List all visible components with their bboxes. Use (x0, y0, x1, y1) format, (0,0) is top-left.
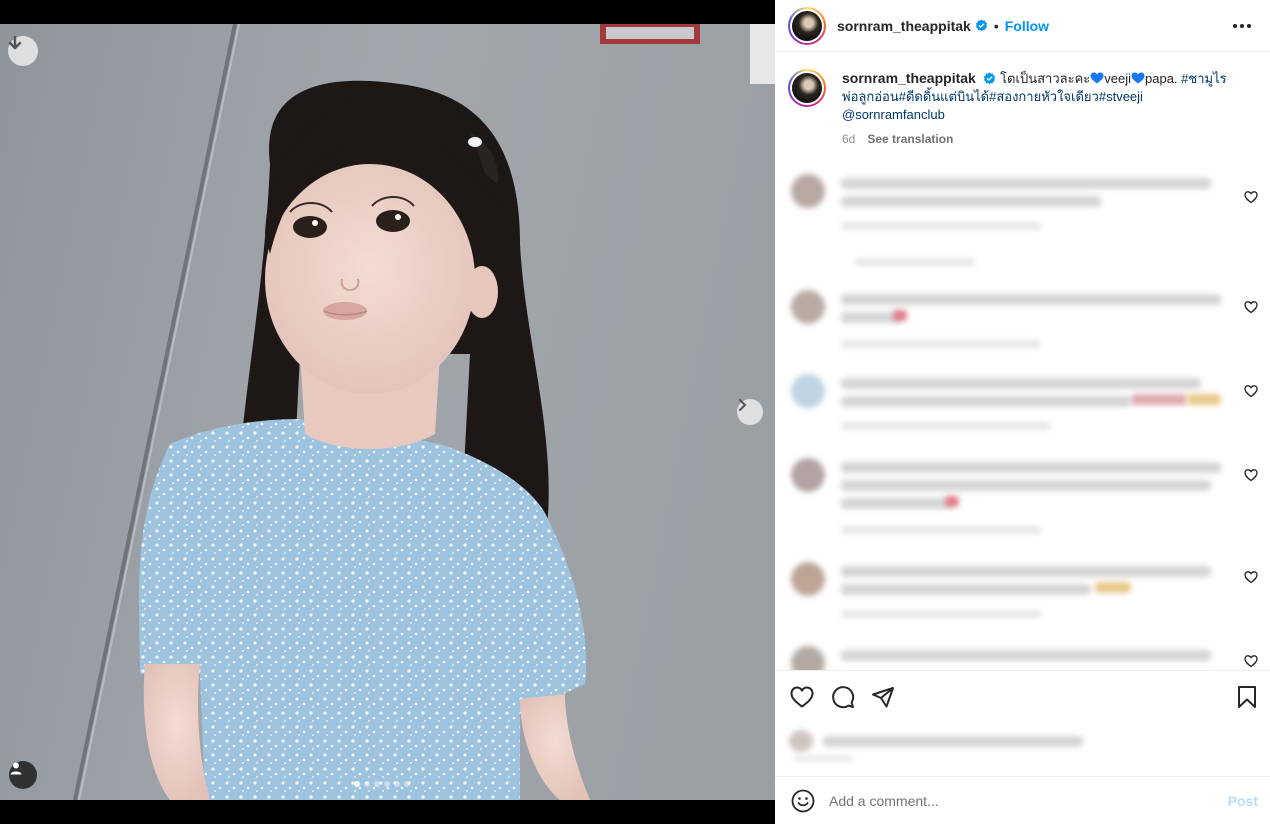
hashtag-link[interactable]: #stveeji (1099, 89, 1143, 104)
post-caption: sornram_theappitak โตเป็นสาวละคะ veeji pap… (788, 69, 1258, 148)
download-arrow-icon (8, 36, 22, 50)
smiley-icon[interactable] (791, 789, 815, 813)
carousel-dot (354, 781, 360, 787)
author-avatar[interactable] (788, 6, 826, 45)
heart-icon[interactable] (1244, 300, 1258, 314)
more-horizontal-icon (1233, 24, 1237, 28)
carousel-dot (374, 781, 380, 787)
post-media (0, 0, 775, 824)
post-actions (775, 670, 1270, 722)
caption-avatar[interactable] (788, 69, 826, 107)
comment-button[interactable] (830, 684, 856, 710)
add-comment-bar: Post (775, 776, 1270, 824)
likes-summary (789, 726, 1099, 761)
post-time[interactable]: 6d (842, 130, 855, 148)
header-separator: • (993, 17, 999, 34)
carousel-dot (384, 781, 390, 787)
save-button[interactable] (1234, 684, 1260, 710)
download-button[interactable] (8, 36, 38, 66)
heart-icon[interactable] (1244, 384, 1258, 398)
share-icon (872, 687, 894, 708)
like-button[interactable] (789, 684, 815, 710)
chevron-right-icon (739, 399, 747, 411)
post-photo[interactable] (0, 24, 775, 800)
post-comment-button[interactable]: Post (1228, 793, 1258, 809)
hashtag-link[interactable]: #ดีดดิ้นแต่บินได้ (899, 89, 989, 104)
comments-list (775, 162, 1270, 670)
caption-text-veeji: veeji (1104, 71, 1131, 86)
comment-input[interactable] (829, 792, 1209, 809)
hashtag-link[interactable]: #ชามูไร (1181, 71, 1226, 86)
mention-link[interactable]: @sornramfanclub (842, 107, 945, 122)
see-translation-button[interactable]: See translation (867, 130, 953, 148)
more-options-button[interactable] (1232, 16, 1252, 36)
heart-icon[interactable] (1244, 654, 1258, 668)
comment-icon (832, 686, 855, 709)
verified-badge-icon (984, 72, 996, 85)
caption-text: โตเป็นสาวละคะ (1000, 71, 1091, 86)
follow-button[interactable]: Follow (1005, 18, 1049, 34)
caption-username[interactable]: sornram_theappitak (842, 70, 976, 86)
caption-text-papa: papa. (1145, 71, 1178, 86)
hashtag-link[interactable]: #สองกายหัวใจเดียว (989, 89, 1099, 104)
author-username[interactable]: sornram_theappitak (837, 18, 971, 34)
heart-icon (790, 686, 814, 708)
bookmark-icon (1238, 686, 1256, 708)
hashtag-link[interactable]: พ่อลูกอ่อน (842, 89, 899, 104)
next-image-button[interactable] (737, 399, 763, 425)
tagged-users-button[interactable] (9, 761, 37, 789)
user-icon (10, 762, 22, 775)
post-side-panel: sornram_theappitak • Follow sornram_thea… (775, 0, 1270, 824)
carousel-dot (364, 781, 370, 787)
blue-heart-emoji-icon (1131, 72, 1145, 84)
carousel-dot (404, 781, 410, 787)
heart-icon[interactable] (1244, 468, 1258, 482)
carousel-indicator (354, 781, 410, 787)
heart-icon[interactable] (1244, 570, 1258, 584)
verified-badge-icon (975, 19, 987, 32)
heart-icon[interactable] (1244, 190, 1258, 204)
photo-illustration (0, 24, 775, 800)
post-header: sornram_theappitak • Follow (775, 0, 1270, 52)
blue-heart-emoji-icon (1090, 72, 1104, 84)
carousel-dot (394, 781, 400, 787)
share-button[interactable] (870, 684, 896, 710)
